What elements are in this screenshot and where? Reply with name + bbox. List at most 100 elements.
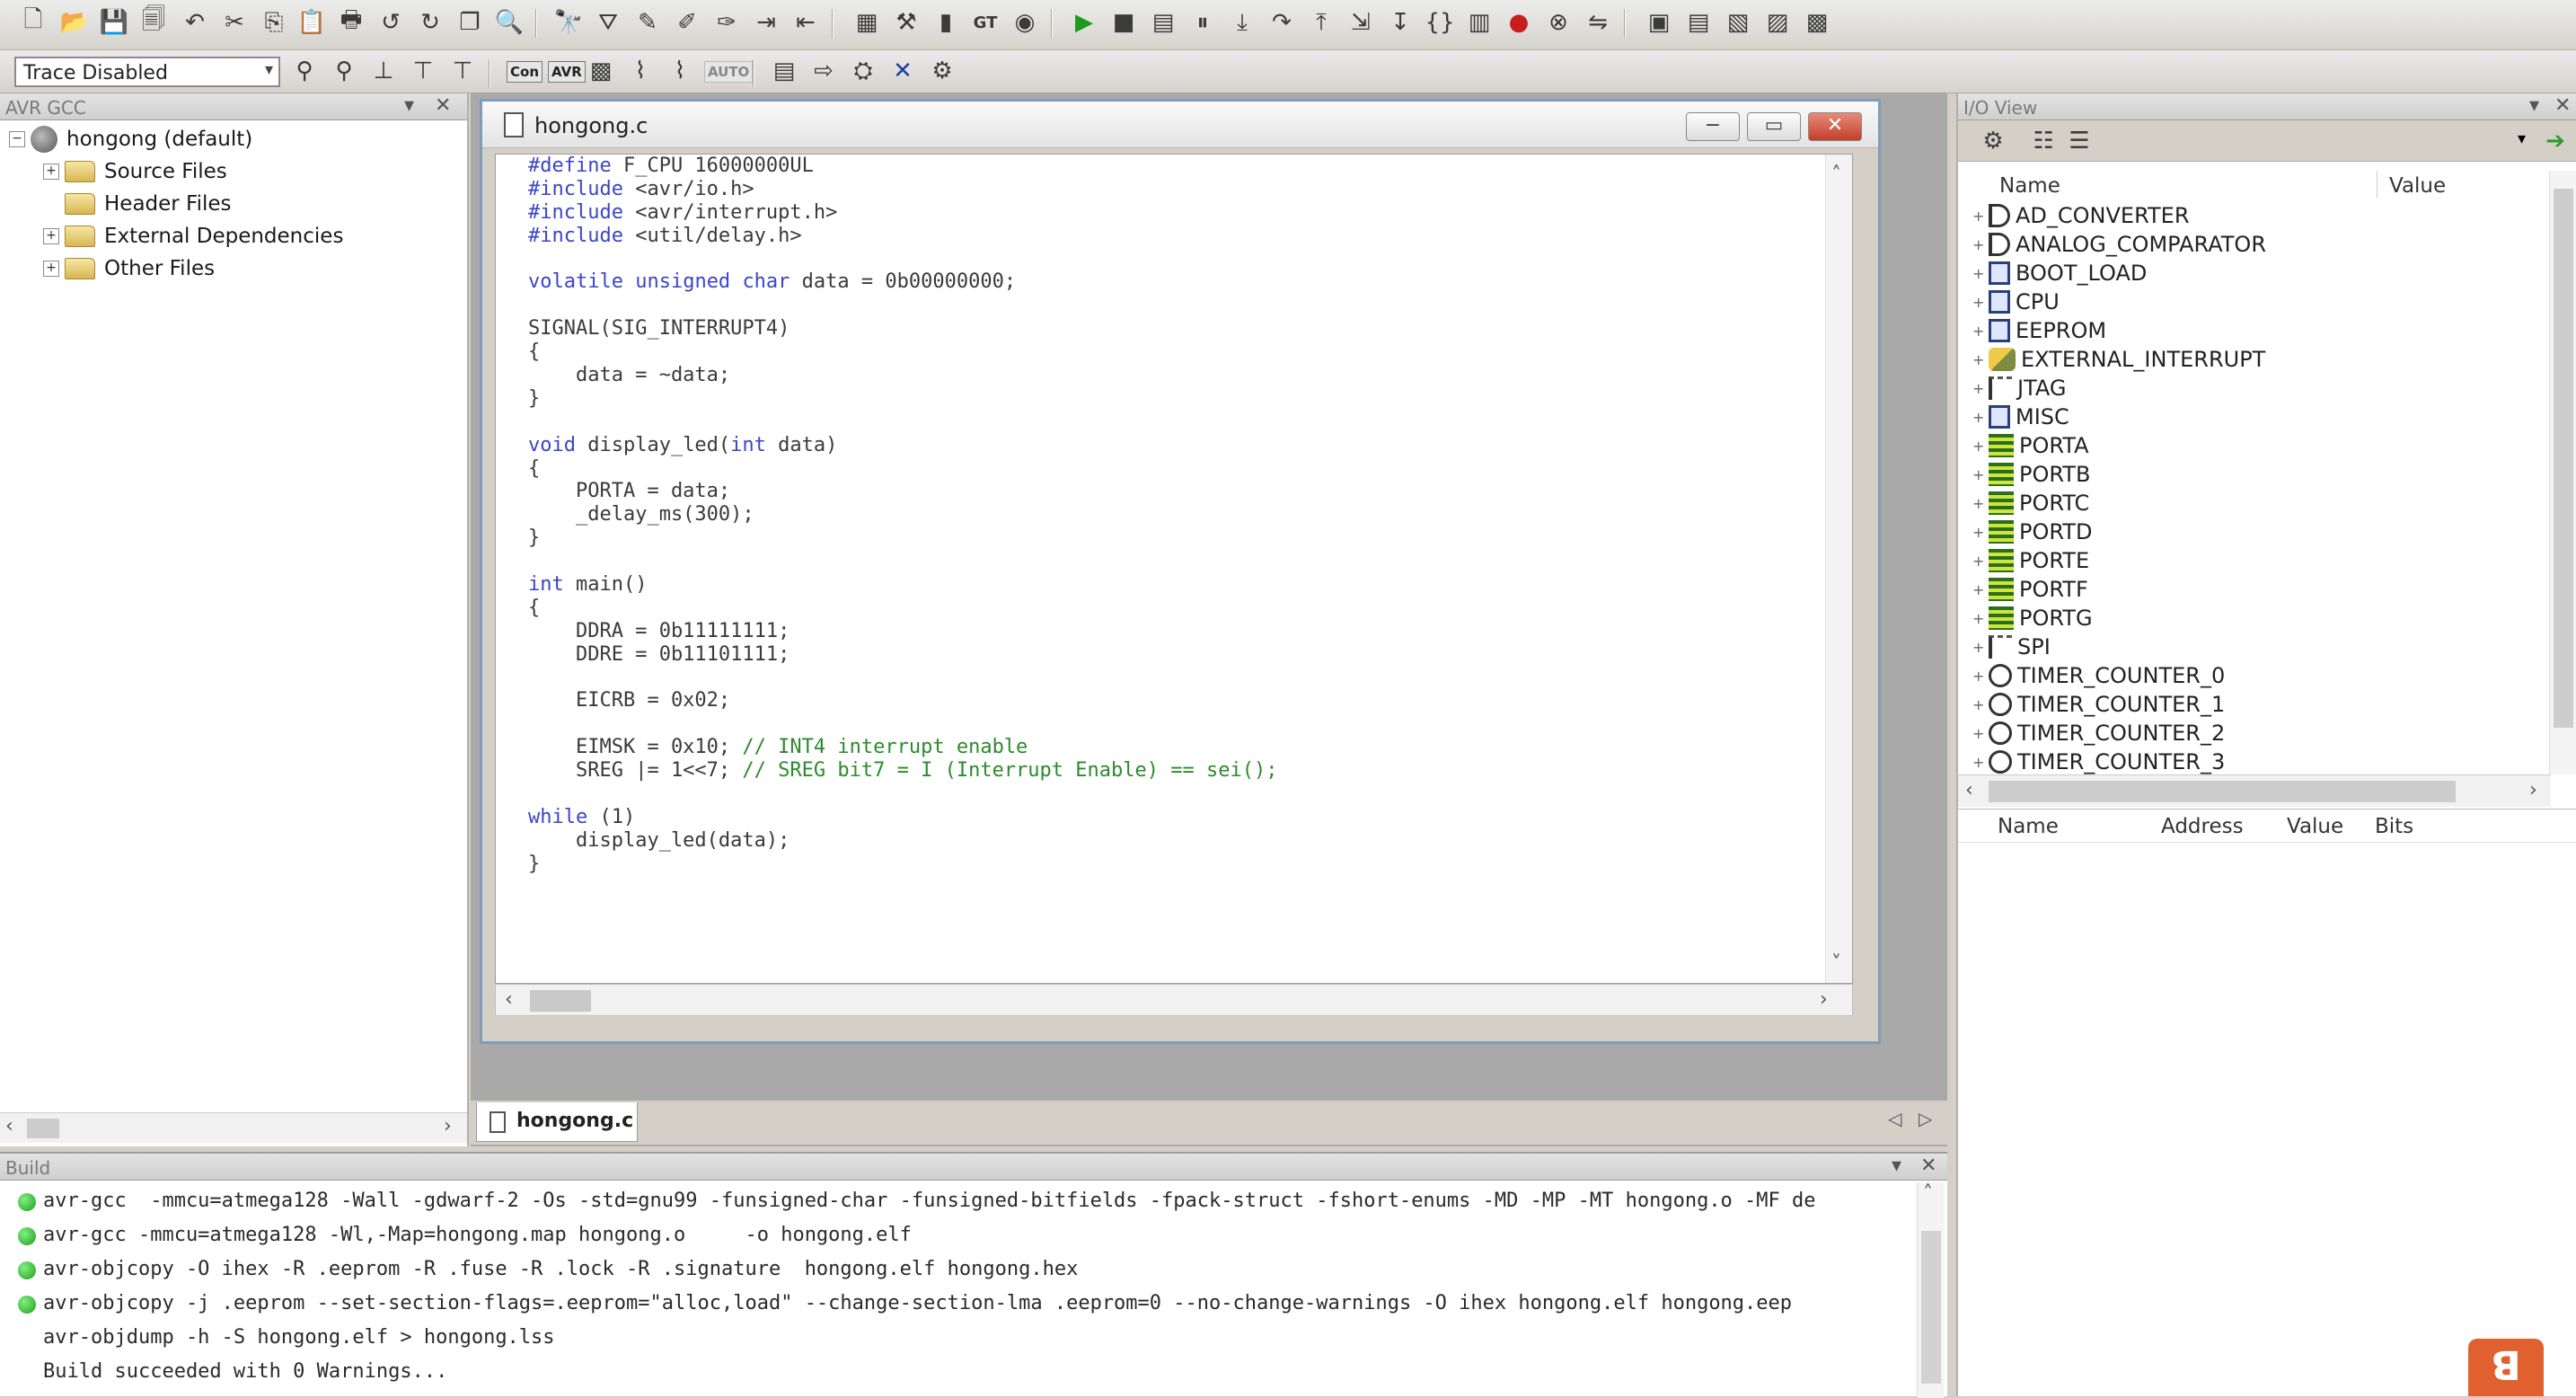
expand-icon[interactable]: + — [1972, 495, 1985, 512]
wire-split-icon[interactable]: ⌇ — [665, 56, 695, 86]
disconnect-icon[interactable]: ✕ — [887, 56, 918, 86]
io-item[interactable]: + PORTB — [1972, 460, 2090, 489]
expand-icon[interactable]: + — [1972, 380, 1985, 397]
panel-menu-icon[interactable]: ▾ — [404, 94, 414, 117]
trace-start-icon[interactable]: ⚲ — [289, 56, 320, 86]
trace-stop-icon[interactable]: ⊤ — [447, 56, 478, 86]
io-item[interactable]: + JTAG — [1972, 374, 2066, 403]
expand-icon[interactable]: + — [1972, 610, 1985, 627]
build-icon[interactable]: ⛛ — [593, 7, 623, 38]
connect-icon[interactable]: ⛭ — [848, 56, 878, 86]
panel-menu-icon[interactable]: ▾ — [2529, 94, 2539, 117]
step-out-icon[interactable]: ⤒ — [1306, 7, 1337, 38]
editor-vscroll[interactable]: ˄ ˅ — [1825, 155, 1852, 983]
avr-button[interactable]: AVR — [548, 61, 586, 83]
tools-icon[interactable]: ⚒ — [891, 7, 922, 38]
copy-icon[interactable]: ⎘ — [259, 7, 289, 38]
expand-icon[interactable]: + — [43, 164, 59, 180]
filter-icon[interactable]: ⚙ — [1978, 126, 2008, 156]
window-icon[interactable]: ❐ — [454, 7, 485, 38]
io-vscroll[interactable] — [2549, 171, 2576, 774]
redo-icon[interactable]: ↻ — [415, 7, 446, 38]
save-all-icon[interactable]: 🗐 — [138, 6, 169, 38]
processor-view-icon[interactable]: ▧ — [1723, 7, 1753, 38]
undo-icon[interactable]: ↺ — [375, 7, 406, 38]
io-view-icon[interactable]: ▨ — [1762, 7, 1793, 38]
scroll-left-icon[interactable]: ‹ — [505, 988, 513, 1011]
scroll-right-icon[interactable]: › — [444, 1115, 452, 1137]
project-hscroll[interactable]: ‹ › — [0, 1112, 467, 1143]
go-icon[interactable]: ➔ — [2540, 126, 2571, 156]
tree-node-external-dependencies[interactable]: + External Dependencies — [43, 221, 343, 252]
new-file-icon[interactable]: 🗋 — [18, 6, 49, 38]
program-icon[interactable]: ▤ — [769, 56, 799, 86]
bookmark-clear-icon[interactable]: ✑ — [711, 7, 742, 38]
trace-down-icon[interactable]: ⊤ — [408, 56, 438, 86]
io-item[interactable]: + AD_CONVERTER — [1972, 201, 2190, 230]
scroll-thumb[interactable] — [27, 1119, 59, 1138]
wire-icon[interactable]: ⌇ — [625, 56, 656, 86]
io-filter-select[interactable]: ▾ — [2228, 128, 2533, 155]
expand-icon[interactable]: + — [1972, 668, 1985, 685]
tree-node-header-files[interactable]: Header Files — [65, 189, 232, 219]
chip-icon[interactable]: ▦ — [851, 7, 882, 38]
collapse-icon[interactable]: − — [9, 131, 25, 147]
expand-icon[interactable]: + — [1972, 754, 1985, 771]
trace-mode-select[interactable]: Trace Disabled ▾ — [14, 57, 280, 87]
io-item[interactable]: + TIMER_COUNTER_1 — [1972, 690, 2225, 719]
breakpoint-icon[interactable]: ● — [1504, 7, 1534, 38]
editor-hscroll[interactable]: ‹ › — [495, 984, 1853, 1016]
project-root[interactable]: − hongong (default) — [9, 124, 252, 155]
undo-history-icon[interactable]: ↶ — [180, 7, 210, 38]
panel-close-icon[interactable]: ✕ — [1920, 1155, 1936, 1177]
io-item[interactable]: + CPU — [1972, 288, 2060, 316]
expand-icon[interactable]: + — [1972, 553, 1985, 570]
io-item[interactable]: + TIMER_COUNTER_2 — [1972, 719, 2225, 748]
run-to-cursor-icon[interactable]: ⇲ — [1345, 7, 1376, 38]
step-into-icon[interactable]: ⤓ — [1227, 7, 1257, 38]
io-col-name[interactable]: Name — [1999, 174, 2060, 198]
debug-icon[interactable]: ◉ — [1010, 7, 1040, 38]
reg-col-bits[interactable]: Bits — [2375, 815, 2413, 838]
expand-icon[interactable]: + — [1972, 466, 1985, 483]
scroll-left-icon[interactable]: ‹ — [1965, 779, 1973, 801]
tree-node-other-files[interactable]: + Other Files — [43, 253, 215, 284]
io-item[interactable]: + PORTA — [1972, 431, 2089, 460]
io-item[interactable]: + PORTD — [1972, 518, 2092, 546]
build-vscroll[interactable]: ˄ — [1917, 1182, 1944, 1398]
tree-view-icon[interactable]: ☷ — [2028, 126, 2059, 156]
disassembly-icon[interactable]: ▥ — [1464, 7, 1495, 38]
expand-icon[interactable]: + — [1972, 581, 1985, 598]
device-icon[interactable]: ▮ — [931, 7, 961, 38]
scroll-left-icon[interactable]: ‹ — [5, 1115, 13, 1137]
io-item[interactable]: + BOOT_LOAD — [1972, 259, 2147, 288]
expand-icon[interactable]: + — [1972, 639, 1985, 656]
scroll-thumb[interactable] — [1921, 1231, 1941, 1384]
io-item[interactable]: + EXTERNAL_INTERRUPT — [1972, 345, 2265, 374]
gt-button[interactable]: GT — [970, 7, 1001, 38]
scroll-up-icon[interactable]: ˄ — [1831, 164, 1841, 186]
step-icon[interactable]: ↧ — [1385, 7, 1416, 38]
panel-menu-icon[interactable]: ▾ — [1892, 1155, 1901, 1177]
bookmark-toggle-icon[interactable]: ✎ — [632, 7, 663, 38]
expand-icon[interactable]: + — [1972, 208, 1985, 225]
scroll-thumb[interactable] — [530, 990, 591, 1012]
expand-icon[interactable]: + — [1972, 236, 1985, 253]
scroll-right-icon[interactable]: › — [2529, 779, 2537, 801]
print-icon[interactable]: 🖶 — [336, 6, 366, 38]
expand-icon[interactable]: + — [43, 261, 59, 277]
reg-col-value[interactable]: Value — [2287, 815, 2343, 838]
list-view-icon[interactable]: ☰ — [2064, 126, 2095, 156]
close-button[interactable]: ✕ — [1808, 112, 1862, 141]
settings-icon[interactable]: ⚙ — [927, 56, 957, 86]
braces-icon[interactable]: {} — [1425, 7, 1455, 38]
watch-icon[interactable]: ⇋ — [1583, 7, 1613, 38]
export-icon[interactable]: ⇨ — [808, 56, 839, 86]
io-item[interactable]: + PORTC — [1972, 489, 2089, 518]
stop-icon[interactable]: ■ — [1108, 7, 1139, 38]
save-icon[interactable]: 💾 — [99, 7, 129, 38]
indent-icon[interactable]: ⇥ — [751, 7, 781, 38]
panel-close-icon[interactable]: ✕ — [2554, 94, 2571, 117]
maximize-button[interactable]: ▭ — [1747, 112, 1801, 141]
bookmark-next-icon[interactable]: ✐ — [672, 7, 702, 38]
